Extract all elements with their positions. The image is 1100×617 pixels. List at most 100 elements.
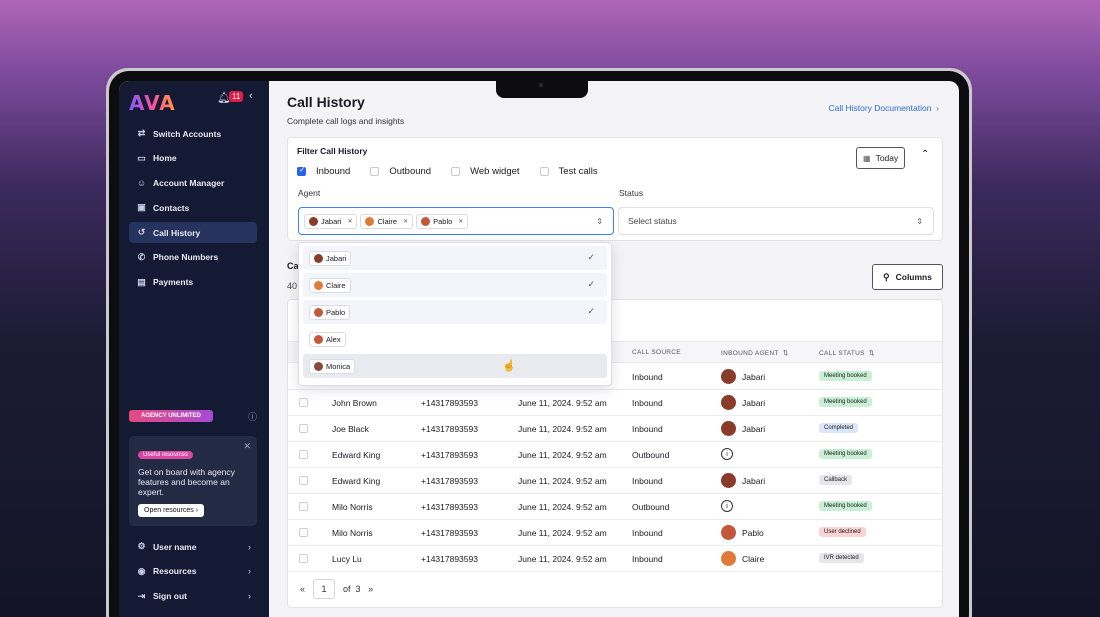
today-button[interactable]: ▦ Today xyxy=(856,147,906,169)
row-checkbox[interactable] xyxy=(299,450,308,459)
column-label: INBOUND AGENT xyxy=(721,350,779,357)
calls-count: 40 xyxy=(287,281,298,291)
row-checkbox[interactable] xyxy=(299,528,308,537)
column-call-status[interactable]: CALL STATUS ⇅ xyxy=(819,349,875,357)
column-label: CALL SOURCE xyxy=(632,349,681,356)
documentation-link[interactable]: Call History Documentation › xyxy=(828,103,939,113)
pointer-cursor-icon: ☝ xyxy=(502,360,516,372)
row-checkbox[interactable] xyxy=(299,476,308,485)
page-input[interactable]: 1 xyxy=(313,579,336,599)
agent-chip: Alex xyxy=(309,331,346,347)
cell-source: Inbound xyxy=(632,528,663,538)
column-call-source[interactable]: CALL SOURCE xyxy=(632,349,681,356)
agent-chip[interactable]: Claire ✕ xyxy=(360,213,414,229)
check-label: Web widget xyxy=(470,166,520,177)
cell-agent: Jabari xyxy=(742,372,766,382)
check-test-calls[interactable]: Test calls xyxy=(539,166,598,177)
sidebar-item-user-name[interactable]: ⚙ User name › xyxy=(129,536,257,557)
row-checkbox[interactable] xyxy=(299,398,308,407)
option-label: Jabari xyxy=(326,253,347,263)
checkbox[interactable] xyxy=(297,165,306,176)
table-row[interactable]: Joe Black +14317893593 June 11, 2024. 9:… xyxy=(288,416,942,442)
sidebar-item-label: Sign out xyxy=(153,591,187,602)
info-icon: i xyxy=(721,500,733,512)
chevron-right-icon: › xyxy=(248,591,251,602)
cell-source: Outbound xyxy=(632,502,670,512)
column-label: CALL STATUS xyxy=(819,350,865,357)
status-select[interactable]: Select status ⇕ xyxy=(618,207,934,235)
sidebar-item-account-manager[interactable]: ☺ Account Manager xyxy=(129,173,257,194)
remove-icon[interactable]: ✕ xyxy=(347,218,352,225)
cell-source: Inbound xyxy=(632,398,663,408)
open-resources-label: Open resources xyxy=(144,507,194,514)
sidebar-item-payments[interactable]: ▤ Payments xyxy=(129,272,257,293)
avatar xyxy=(721,395,736,410)
collapse-sidebar-icon[interactable]: ‹ xyxy=(249,90,253,102)
status-badge: User declined xyxy=(819,527,866,537)
dropdown-option-pablo[interactable]: Pablo ✓ xyxy=(303,300,607,324)
table-row[interactable]: Edward King +14317893593 June 11, 2024. … xyxy=(288,468,942,494)
info-icon[interactable]: ⓘ xyxy=(248,410,257,423)
check-outbound[interactable]: Outbound xyxy=(370,166,431,177)
status-label: Status xyxy=(619,188,644,198)
sidebar-item-home[interactable]: ▭ Home xyxy=(129,148,257,169)
sidebar-item-resources[interactable]: ◉ Resources › xyxy=(129,561,257,582)
notification-badge: 11 xyxy=(229,91,244,102)
call-type-checks: Inbound Outbound Web widget Test calls xyxy=(297,165,618,177)
row-checkbox[interactable] xyxy=(299,424,308,433)
chevron-right-icon: › xyxy=(248,541,251,552)
dropdown-option-claire[interactable]: Claire ✓ xyxy=(303,273,607,297)
resources-tag: Useful resources xyxy=(138,451,194,459)
table-row[interactable]: Milo Norris +14317893593 June 11, 2024. … xyxy=(288,494,942,520)
chevron-right-icon: › xyxy=(248,566,251,577)
remove-icon[interactable]: ✕ xyxy=(403,218,408,225)
screen-bezel: AVA 🔔︎ 11 ‹ ⇄ Switch Accounts ▭ Home ☺ A… xyxy=(109,71,969,617)
cell-date: June 11, 2024. 9:52 am xyxy=(518,398,607,408)
table-row[interactable]: Milo Norris +14317893593 June 11, 2024. … xyxy=(288,520,942,546)
calendar-icon: ▦ xyxy=(863,153,871,163)
next-page-button[interactable]: » xyxy=(368,584,373,594)
check-web-widget[interactable]: Web widget xyxy=(451,166,520,177)
agent-chip[interactable]: Pablo ✕ xyxy=(416,213,469,229)
close-icon[interactable]: ✕ xyxy=(243,441,251,452)
table-row[interactable]: Edward King +14317893593 June 11, 2024. … xyxy=(288,442,942,468)
status-badge: IVR detected xyxy=(819,553,864,563)
dropdown-option-alex[interactable]: Alex xyxy=(303,327,607,351)
row-checkbox[interactable] xyxy=(299,502,308,511)
chevron-up-icon[interactable]: ⌃ xyxy=(921,149,929,160)
column-inbound-agent[interactable]: INBOUND AGENT ⇅ xyxy=(721,349,789,357)
remove-icon[interactable]: ✕ xyxy=(458,218,463,225)
agent-select[interactable]: Jabari ✕ Claire ✕ Pablo ✕ ⇕ xyxy=(298,207,614,235)
sidebar-item-switch-accounts[interactable]: ⇄ Switch Accounts xyxy=(129,123,257,144)
sidebar-item-contacts[interactable]: ▣ Contacts xyxy=(129,197,257,218)
open-resources-button[interactable]: Open resources › xyxy=(138,504,205,517)
check-icon: ✓ xyxy=(587,306,595,316)
prev-page-button[interactable]: « xyxy=(300,584,305,594)
checkbox[interactable] xyxy=(370,167,380,176)
sidebar-item-sign-out[interactable]: ⇥ Sign out › xyxy=(129,586,257,607)
check-label: Test calls xyxy=(558,166,598,177)
checkbox[interactable] xyxy=(451,167,461,176)
sidebar-item-label: Payments xyxy=(153,277,194,288)
cell-phone: +14317893593 xyxy=(421,528,478,538)
sidebar-item-label: Call History xyxy=(153,227,201,238)
dropdown-option-jabari[interactable]: Jabari ✓ xyxy=(303,246,607,270)
sidebar-item-call-history[interactable]: ↺ Call History xyxy=(129,222,257,244)
app-logo[interactable]: AVA xyxy=(129,91,176,115)
cell-name: Milo Norris xyxy=(332,502,373,512)
chip-label: Pablo xyxy=(433,216,453,226)
screen: AVA 🔔︎ 11 ‹ ⇄ Switch Accounts ▭ Home ☺ A… xyxy=(119,81,959,617)
sidebar-item-label: Contacts xyxy=(153,202,190,213)
check-inbound[interactable]: Inbound xyxy=(297,165,350,177)
checkbox[interactable] xyxy=(539,167,549,176)
avatar xyxy=(309,216,318,226)
row-checkbox[interactable] xyxy=(299,554,308,563)
agent-chip[interactable]: Jabari ✕ xyxy=(304,213,358,229)
table-row[interactable]: John Brown +14317893593 June 11, 2024. 9… xyxy=(288,390,942,416)
cell-name: Edward King xyxy=(332,476,381,486)
cell-source: Inbound xyxy=(632,554,663,564)
table-row[interactable]: Lucy Lu +14317893593 June 11, 2024. 9:52… xyxy=(288,546,942,572)
columns-button[interactable]: ⚲ Columns xyxy=(872,264,943,290)
dropdown-option-monica[interactable]: Monica xyxy=(303,354,607,378)
sidebar-item-phone-numbers[interactable]: ✆ Phone Numbers xyxy=(129,247,257,268)
